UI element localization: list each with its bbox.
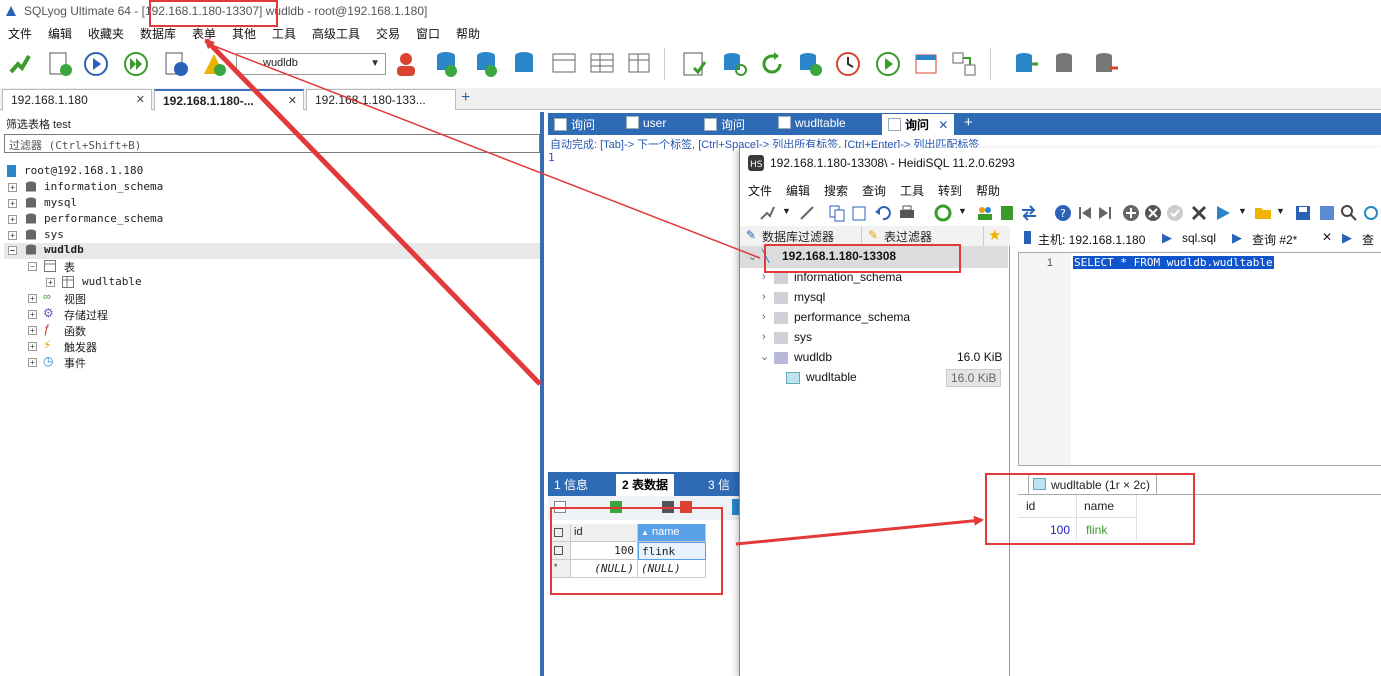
arrow-to-heidi-grid <box>735 515 984 546</box>
arrow-to-title-host <box>204 38 542 386</box>
thin-arrow-line <box>213 45 761 259</box>
annotation-arrows <box>204 38 984 546</box>
